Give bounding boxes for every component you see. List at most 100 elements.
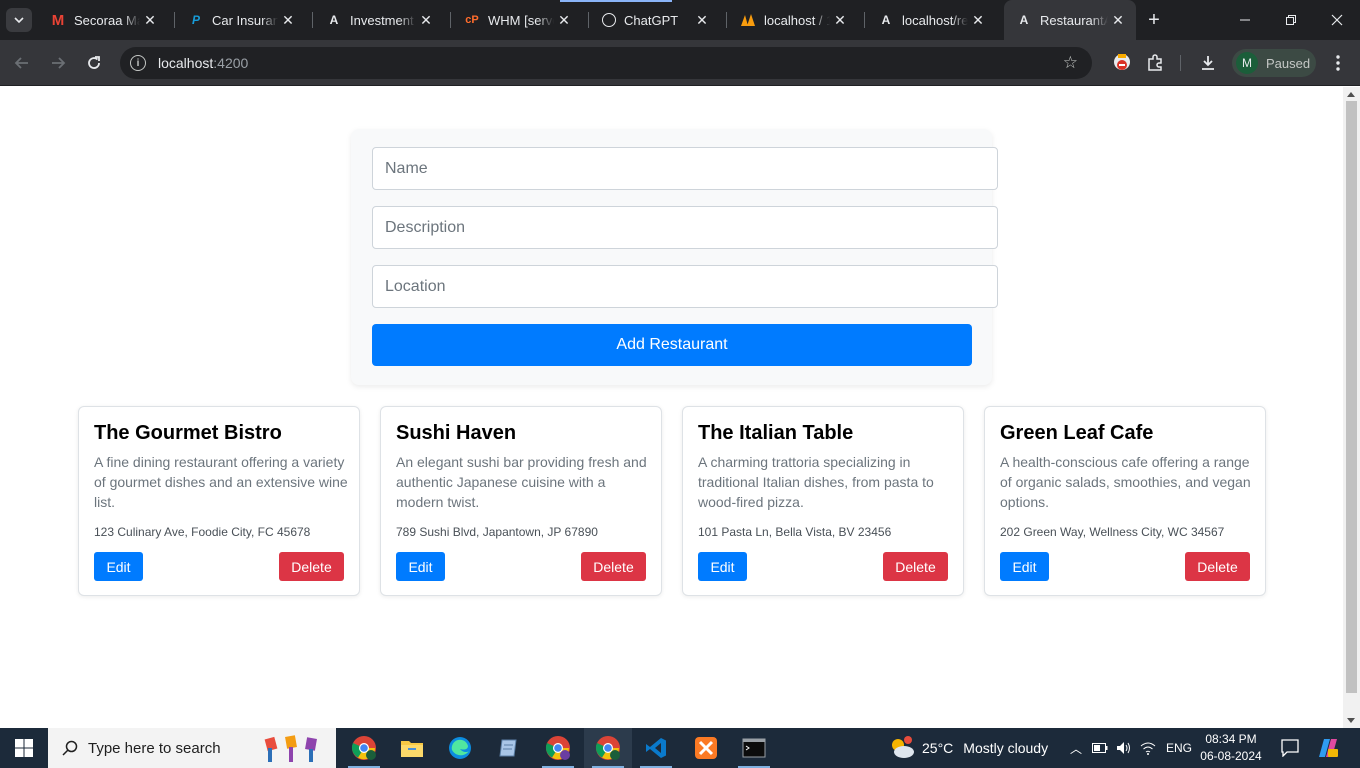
taskbar-search-box[interactable]: Type here to search <box>48 728 336 768</box>
tab-investment[interactable]: A Investment Jo ✕ <box>314 0 444 40</box>
taskbar-chrome-active[interactable] <box>584 728 632 768</box>
restore-button[interactable] <box>1268 0 1314 40</box>
copilot-button[interactable] <box>1304 728 1352 768</box>
chrome-icon <box>595 736 620 760</box>
taskbar-notes-app[interactable] <box>484 728 532 768</box>
taskbar-clock[interactable]: 08:34 PM 06-08-2024 <box>1196 731 1266 765</box>
tab-secoraa-mail[interactable]: M Secoraa Mail ✕ <box>38 0 168 40</box>
restaurant-card: Green Leaf Cafe A health-conscious cafe … <box>984 406 1266 596</box>
tab-localhost-res[interactable]: A localhost/res ✕ <box>866 0 996 40</box>
profile-button[interactable]: M Paused <box>1232 49 1316 77</box>
network-icon[interactable] <box>1140 741 1156 755</box>
extensions-menu-button[interactable] <box>1143 51 1167 75</box>
tab-whm[interactable]: cP WHM [server] ✕ <box>452 0 582 40</box>
reload-button[interactable] <box>82 51 106 75</box>
weather-widget[interactable]: 25°C Mostly cloudy <box>888 728 1048 768</box>
minimize-button[interactable] <box>1222 0 1268 40</box>
arrow-right-icon <box>52 57 66 69</box>
tab-title: Car Insurance <box>212 12 278 28</box>
chevron-up-icon[interactable]: ︿ <box>1070 740 1082 757</box>
taskbar-edge[interactable] <box>436 728 484 768</box>
battery-icon[interactable] <box>1092 743 1108 753</box>
tab-title: WHM [server] <box>488 12 554 28</box>
notification-icon <box>1281 739 1299 757</box>
delete-button[interactable]: Delete <box>1185 552 1250 581</box>
restaurant-description: A health-conscious cafe offering a range… <box>1000 454 1251 510</box>
taskbar-terminal[interactable] <box>730 728 778 768</box>
reload-icon <box>88 56 100 69</box>
delete-button[interactable]: Delete <box>581 552 646 581</box>
edit-button[interactable]: Edit <box>396 552 445 581</box>
site-info-icon[interactable]: i <box>130 55 146 71</box>
extension-button[interactable] <box>1110 50 1134 74</box>
bookmark-star-icon[interactable]: ☆ <box>1063 53 1078 73</box>
kebab-menu-icon <box>1336 55 1340 71</box>
edit-button[interactable]: Edit <box>94 552 143 581</box>
delete-button[interactable]: Delete <box>883 552 948 581</box>
page-scrollbar[interactable] <box>1343 87 1360 728</box>
address-bar[interactable]: i localhost:4200 ☆ <box>120 47 1092 79</box>
browser-tab-bar: M Secoraa Mail ✕ P Car Insurance ✕ A Inv… <box>0 0 1360 40</box>
weather-description: Mostly cloudy <box>963 740 1049 756</box>
forward-button[interactable] <box>46 51 70 75</box>
edit-button[interactable]: Edit <box>698 552 747 581</box>
restaurant-description: An elegant sushi bar providing fresh and… <box>396 454 647 510</box>
scroll-down-arrow-icon[interactable] <box>1347 718 1355 723</box>
downloads-button[interactable] <box>1196 51 1220 75</box>
scrollbar-thumb[interactable] <box>1346 101 1357 693</box>
taskbar-chrome-m[interactable] <box>340 728 388 768</box>
new-tab-button[interactable]: + <box>1142 8 1166 32</box>
tab-chatgpt[interactable]: ChatGPT ✕ <box>590 0 720 40</box>
vscode-icon <box>646 738 666 758</box>
chatgpt-icon <box>602 13 616 27</box>
scroll-up-arrow-icon[interactable] <box>1347 92 1355 97</box>
restaurant-description: A fine dining restaurant offering a vari… <box>94 454 348 510</box>
name-input[interactable] <box>372 147 998 190</box>
search-icon <box>62 740 78 756</box>
volume-icon[interactable] <box>1116 741 1132 755</box>
restore-icon <box>1286 15 1296 25</box>
url-text[interactable]: localhost:4200 <box>158 55 248 71</box>
close-icon[interactable]: ✕ <box>416 10 436 30</box>
tab-car-insurance[interactable]: P Car Insurance ✕ <box>176 0 306 40</box>
tab-restaurant-app[interactable]: A RestaurantA ✕ <box>1004 0 1136 40</box>
taskbar-chrome-t[interactable] <box>534 728 582 768</box>
cloudy-weather-icon <box>892 736 914 758</box>
tab-separator <box>312 12 313 28</box>
close-icon[interactable]: ✕ <box>1108 10 1128 30</box>
edit-button[interactable]: Edit <box>1000 552 1049 581</box>
description-input[interactable] <box>372 206 998 249</box>
chevron-down-icon <box>14 17 24 24</box>
delete-button[interactable]: Delete <box>279 552 344 581</box>
close-icon[interactable]: ✕ <box>692 10 712 30</box>
close-icon[interactable]: ✕ <box>968 10 988 30</box>
start-button[interactable] <box>0 728 48 768</box>
close-icon[interactable]: ✕ <box>278 10 298 30</box>
tab-separator <box>864 12 865 28</box>
restaurant-location: 202 Green Way, Wellness City, WC 34567 <box>1000 525 1225 539</box>
tab-phpmyadmin[interactable]: localhost / 1 ✕ <box>728 0 858 40</box>
language-indicator[interactable]: ENG <box>1166 741 1192 755</box>
close-icon[interactable]: ✕ <box>140 10 160 30</box>
close-icon[interactable]: ✕ <box>830 10 850 30</box>
close-icon[interactable]: ✕ <box>554 10 574 30</box>
chrome-icon <box>545 736 570 760</box>
add-restaurant-button[interactable]: Add Restaurant <box>372 324 972 366</box>
clock-date: 06-08-2024 <box>1200 749 1262 763</box>
tab-search-button[interactable] <box>6 8 32 32</box>
location-input[interactable] <box>372 265 998 308</box>
restaurant-card: Sushi Haven An elegant sushi bar providi… <box>380 406 662 596</box>
back-button[interactable] <box>10 51 34 75</box>
taskbar-vscode[interactable] <box>632 728 680 768</box>
download-icon <box>1202 56 1214 70</box>
taskbar-file-explorer[interactable] <box>388 728 436 768</box>
taskbar-xampp[interactable] <box>682 728 730 768</box>
browser-toolbar: i localhost:4200 ☆ M Paused <box>0 40 1360 86</box>
xampp-icon <box>695 737 717 759</box>
restaurant-list: The Gourmet Bistro A fine dining restaur… <box>78 406 1266 596</box>
window-close-button[interactable] <box>1314 0 1360 40</box>
browser-menu-button[interactable] <box>1326 51 1350 75</box>
restaurant-location: 101 Pasta Ln, Bella Vista, BV 23456 <box>698 525 892 539</box>
extension-badge-icon <box>1114 54 1130 70</box>
restaurant-location: 789 Sushi Blvd, Japantown, JP 67890 <box>396 525 598 539</box>
